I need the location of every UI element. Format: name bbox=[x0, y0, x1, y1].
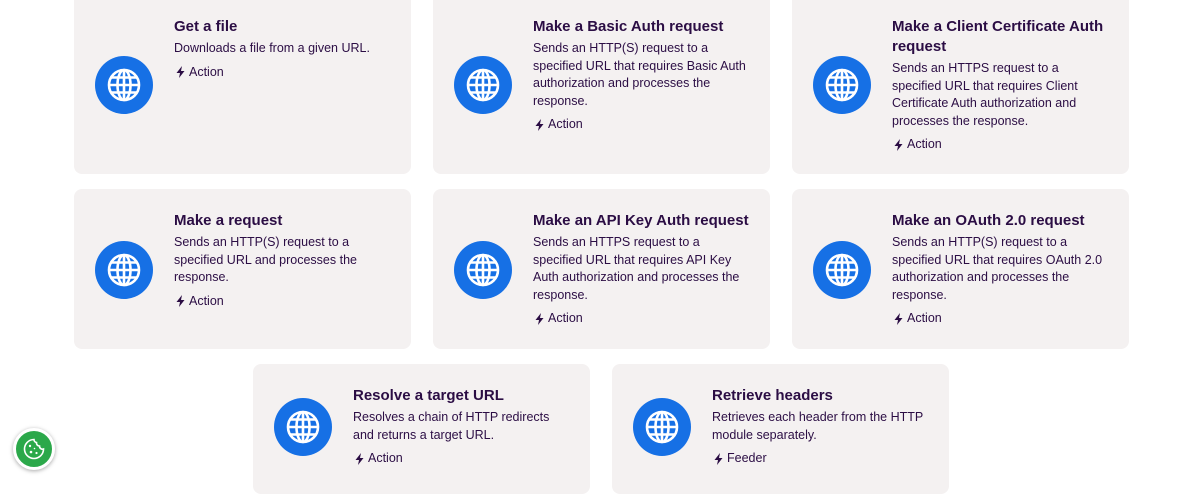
globe-icon bbox=[813, 56, 871, 114]
globe-icon bbox=[454, 56, 512, 114]
globe-icon bbox=[95, 56, 153, 114]
globe-icon bbox=[454, 241, 512, 299]
card-title[interactable]: Make an API Key Auth request bbox=[533, 211, 752, 231]
card-type-label: Action bbox=[907, 137, 942, 151]
globe-icon bbox=[633, 398, 691, 456]
lightning-bolt-icon bbox=[894, 312, 903, 325]
card-type-label: Action bbox=[368, 451, 403, 465]
card-description: Sends an HTTPS request to a specified UR… bbox=[892, 61, 1078, 128]
card-description: Downloads a file from a given URL. bbox=[174, 41, 370, 55]
card-type-badge: Action bbox=[533, 116, 752, 133]
card-type-badge: Action bbox=[892, 310, 1111, 327]
card-title[interactable]: Make a request bbox=[174, 211, 393, 231]
module-card-make-client-certificate-auth-request[interactable]: Make a Client Certificate Auth request S… bbox=[792, 0, 1129, 174]
globe-icon bbox=[813, 241, 871, 299]
card-title[interactable]: Make a Client Certificate Auth request bbox=[892, 17, 1111, 57]
card-title[interactable]: Make an OAuth 2.0 request bbox=[892, 211, 1111, 231]
card-description: Sends an HTTP(S) request to a specified … bbox=[892, 235, 1103, 302]
card-type-label: Action bbox=[548, 117, 583, 131]
globe-icon bbox=[274, 398, 332, 456]
card-description: Sends an HTTP(S) request to a specified … bbox=[533, 41, 746, 108]
card-type-badge: Action bbox=[353, 450, 572, 467]
module-card-get-a-file[interactable]: Get a file Downloads a file from a given… bbox=[74, 0, 411, 174]
globe-icon bbox=[95, 241, 153, 299]
cookie-icon bbox=[23, 438, 45, 460]
lightning-bolt-icon bbox=[176, 295, 185, 307]
card-type-badge: Action bbox=[174, 64, 393, 81]
card-description: Sends an HTTP(S) request to a specified … bbox=[174, 235, 357, 284]
lightning-bolt-icon bbox=[355, 452, 364, 465]
card-type-label: Feeder bbox=[727, 451, 767, 465]
lightning-bolt-icon bbox=[535, 312, 544, 325]
lightning-bolt-icon bbox=[535, 118, 544, 131]
card-description: Resolves a chain of HTTP redirects and r… bbox=[353, 410, 550, 442]
card-type-label: Action bbox=[907, 311, 942, 325]
lightning-bolt-icon bbox=[714, 452, 723, 465]
card-title[interactable]: Retrieve headers bbox=[712, 386, 931, 406]
module-card-resolve-target-url[interactable]: Resolve a target URL Resolves a chain of… bbox=[253, 364, 590, 494]
module-card-make-basic-auth-request[interactable]: Make a Basic Auth request Sends an HTTP(… bbox=[433, 0, 770, 174]
cookie-settings-button[interactable] bbox=[13, 428, 55, 470]
card-description: Retrieves each header from the HTTP modu… bbox=[712, 410, 923, 442]
card-type-label: Action bbox=[189, 64, 224, 79]
module-card-retrieve-headers[interactable]: Retrieve headers Retrieves each header f… bbox=[612, 364, 949, 494]
card-type-label: Action bbox=[548, 311, 583, 325]
card-description: Sends an HTTPS request to a specified UR… bbox=[533, 235, 740, 302]
lightning-bolt-icon bbox=[894, 138, 903, 151]
card-title[interactable]: Resolve a target URL bbox=[353, 386, 572, 406]
lightning-bolt-icon bbox=[176, 66, 185, 78]
card-type-label: Action bbox=[189, 293, 224, 308]
module-card-make-api-key-auth-request[interactable]: Make an API Key Auth request Sends an HT… bbox=[433, 189, 770, 349]
card-title[interactable]: Get a file bbox=[174, 17, 393, 37]
card-type-badge: Feeder bbox=[712, 450, 931, 467]
card-title[interactable]: Make a Basic Auth request bbox=[533, 17, 752, 37]
module-card-make-oauth-request[interactable]: Make an OAuth 2.0 request Sends an HTTP(… bbox=[792, 189, 1129, 349]
card-type-badge: Action bbox=[892, 136, 1111, 153]
card-type-badge: Action bbox=[174, 293, 393, 310]
card-type-badge: Action bbox=[533, 310, 752, 327]
module-card-make-a-request[interactable]: Make a request Sends an HTTP(S) request … bbox=[74, 189, 411, 349]
